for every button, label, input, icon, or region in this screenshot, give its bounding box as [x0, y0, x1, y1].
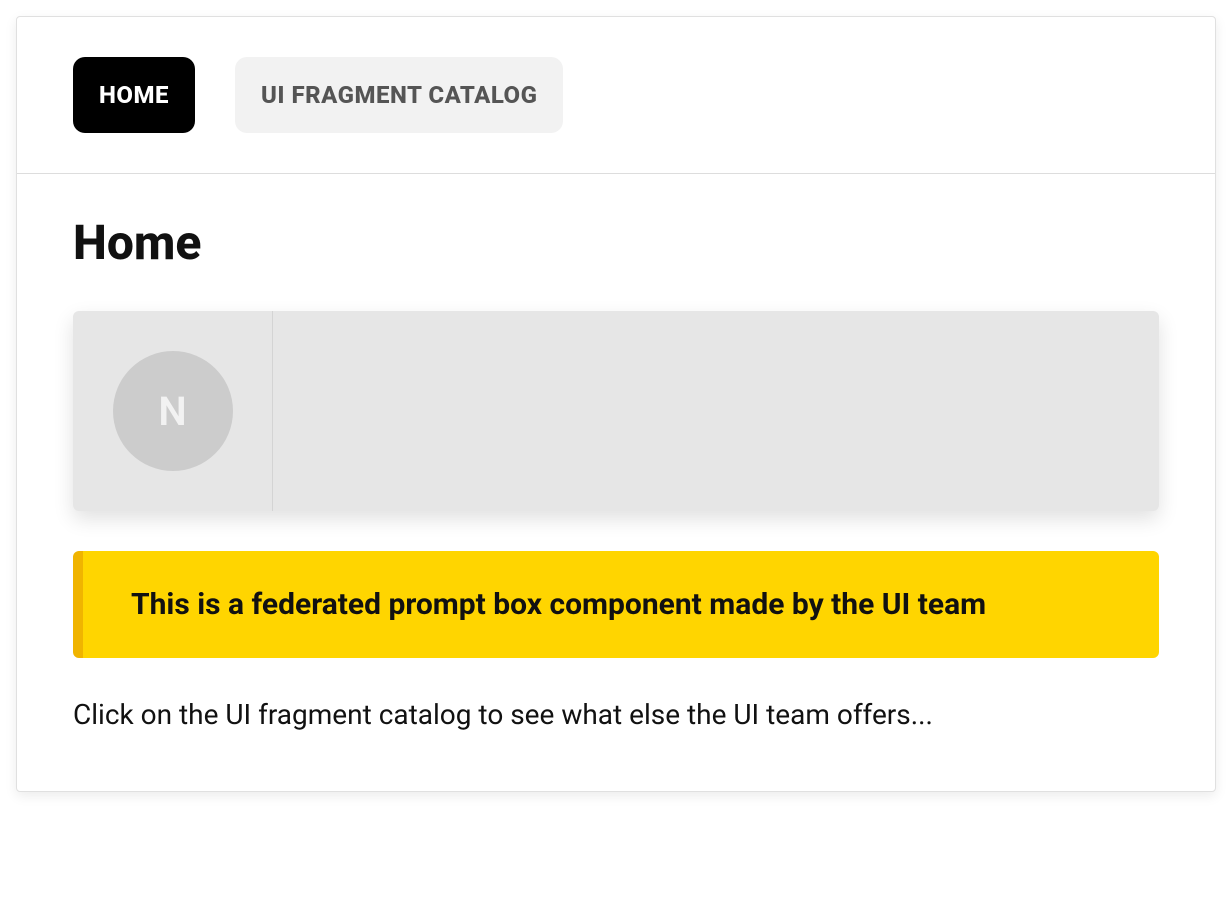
banner-text: This is a federated prompt box component… [131, 587, 1111, 622]
tab-home[interactable]: HOME [73, 57, 195, 133]
prompt-box: N [73, 311, 1159, 511]
avatar: N [113, 351, 233, 471]
prompt-body[interactable] [273, 311, 1159, 511]
main-card: HOME UI FRAGMENT CATALOG Home N This is … [16, 16, 1216, 792]
info-banner: This is a federated prompt box component… [73, 551, 1159, 658]
hint-text: Click on the UI fragment catalog to see … [73, 698, 1159, 731]
tab-bar: HOME UI FRAGMENT CATALOG [17, 17, 1215, 174]
page-title: Home [73, 214, 1159, 271]
prompt-avatar-column: N [73, 311, 273, 511]
avatar-initial: N [158, 388, 186, 435]
content-area: Home N This is a federated prompt box co… [17, 174, 1215, 791]
tab-catalog[interactable]: UI FRAGMENT CATALOG [235, 57, 564, 133]
